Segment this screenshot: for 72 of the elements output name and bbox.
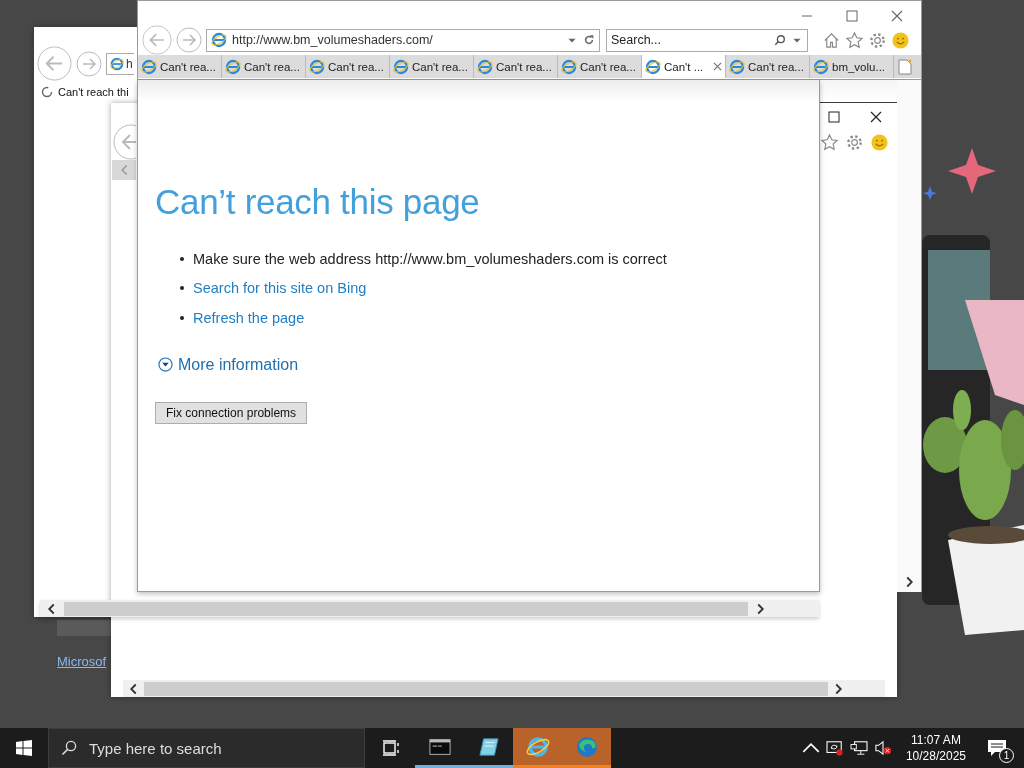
new-tab-icon[interactable] bbox=[898, 58, 912, 75]
network-icon[interactable] bbox=[849, 740, 868, 756]
close-icon[interactable] bbox=[870, 111, 882, 123]
maximize-icon[interactable] bbox=[846, 10, 858, 22]
browser-tab[interactable]: Can't rea... bbox=[222, 55, 306, 78]
ie-icon bbox=[309, 58, 325, 75]
bullet-icon bbox=[180, 256, 184, 261]
help-link[interactable]: Refresh the page bbox=[193, 309, 305, 326]
loading-icon bbox=[41, 86, 53, 98]
ie-icon bbox=[477, 58, 493, 75]
home-icon[interactable] bbox=[822, 30, 841, 50]
ie-icon bbox=[645, 58, 661, 75]
browser-tab[interactable]: Can't reach thi bbox=[34, 83, 129, 101]
search-icon[interactable] bbox=[774, 34, 786, 46]
settings-icon[interactable] bbox=[868, 30, 887, 50]
microsoft-link[interactable]: Microsof bbox=[57, 654, 107, 669]
smiley-icon[interactable] bbox=[870, 133, 889, 152]
scroll-right-icon[interactable] bbox=[904, 576, 914, 588]
browser-tab[interactable]: Can't rea... bbox=[726, 55, 810, 78]
fix-connection-button[interactable]: Fix connection problems bbox=[155, 402, 308, 424]
horizontal-scrollbar[interactable] bbox=[123, 680, 885, 697]
settings-icon[interactable] bbox=[845, 133, 864, 152]
expand-icon bbox=[158, 357, 173, 372]
bullet-icon bbox=[180, 315, 184, 320]
browser-tab[interactable]: Can't rea... bbox=[474, 55, 558, 78]
smiley-icon[interactable] bbox=[891, 30, 910, 50]
taskbar-search-field[interactable]: Type here to search bbox=[48, 728, 365, 768]
help-link[interactable]: Search for this site on Bing bbox=[193, 280, 367, 297]
close-tab-icon[interactable] bbox=[713, 62, 722, 71]
ie-icon bbox=[561, 58, 577, 75]
notepad-icon bbox=[477, 736, 500, 757]
horizontal-scrollbar[interactable] bbox=[40, 600, 819, 617]
hint-text: Make sure the web address http://www.bm_volumeshaders.com is correct bbox=[193, 250, 667, 267]
search-icon bbox=[61, 740, 77, 756]
ie-icon bbox=[211, 32, 227, 48]
clock-time[interactable]: 11:07 AM bbox=[911, 732, 961, 748]
more-information-toggle[interactable]: More information bbox=[158, 355, 299, 374]
panel-strip bbox=[57, 620, 111, 636]
chevron-left-icon bbox=[119, 164, 129, 176]
ie-icon bbox=[225, 58, 241, 75]
maximize-icon[interactable] bbox=[828, 111, 840, 123]
address-field[interactable]: http://www.bm_volumeshaders.com/ bbox=[206, 28, 600, 52]
start-icon[interactable] bbox=[16, 740, 32, 756]
browser-tab[interactable]: Can't rea... bbox=[306, 55, 390, 78]
clock-date[interactable]: 10/28/2025 bbox=[905, 748, 966, 764]
sync-icon[interactable] bbox=[825, 740, 844, 756]
scroll-right-icon[interactable] bbox=[756, 602, 765, 615]
scroll-left-icon[interactable] bbox=[129, 682, 138, 695]
browser-tab[interactable]: bm_volu... bbox=[810, 55, 894, 78]
browser-tab[interactable]: Can't rea... bbox=[138, 55, 222, 78]
search-field[interactable]: Search... bbox=[606, 28, 808, 52]
ie-icon bbox=[525, 734, 550, 759]
ie-icon bbox=[813, 58, 829, 75]
notification-button[interactable]: 1 bbox=[980, 733, 1014, 763]
address-field[interactable]: h bbox=[106, 52, 134, 75]
ie-icon bbox=[393, 58, 409, 75]
favorites-icon[interactable] bbox=[820, 133, 839, 152]
refresh-icon[interactable] bbox=[583, 34, 595, 46]
favorites-icon[interactable] bbox=[845, 30, 864, 50]
ie-icon bbox=[141, 58, 157, 75]
scroll-right-icon[interactable] bbox=[834, 682, 843, 695]
error-heading: Can’t reach this page bbox=[155, 182, 481, 222]
browser-tab[interactable]: Can't rea... bbox=[390, 55, 474, 78]
terminal-icon bbox=[428, 736, 451, 757]
bullet-icon bbox=[180, 286, 184, 291]
scroll-left-icon[interactable] bbox=[47, 602, 56, 615]
volume-muted-icon[interactable] bbox=[873, 740, 892, 756]
browser-tab[interactable]: Can't ... bbox=[642, 55, 726, 78]
browser-tab[interactable]: Can't rea... bbox=[558, 55, 642, 78]
edge-icon bbox=[574, 734, 599, 759]
ie-icon bbox=[110, 56, 124, 71]
ie-icon bbox=[729, 58, 745, 75]
